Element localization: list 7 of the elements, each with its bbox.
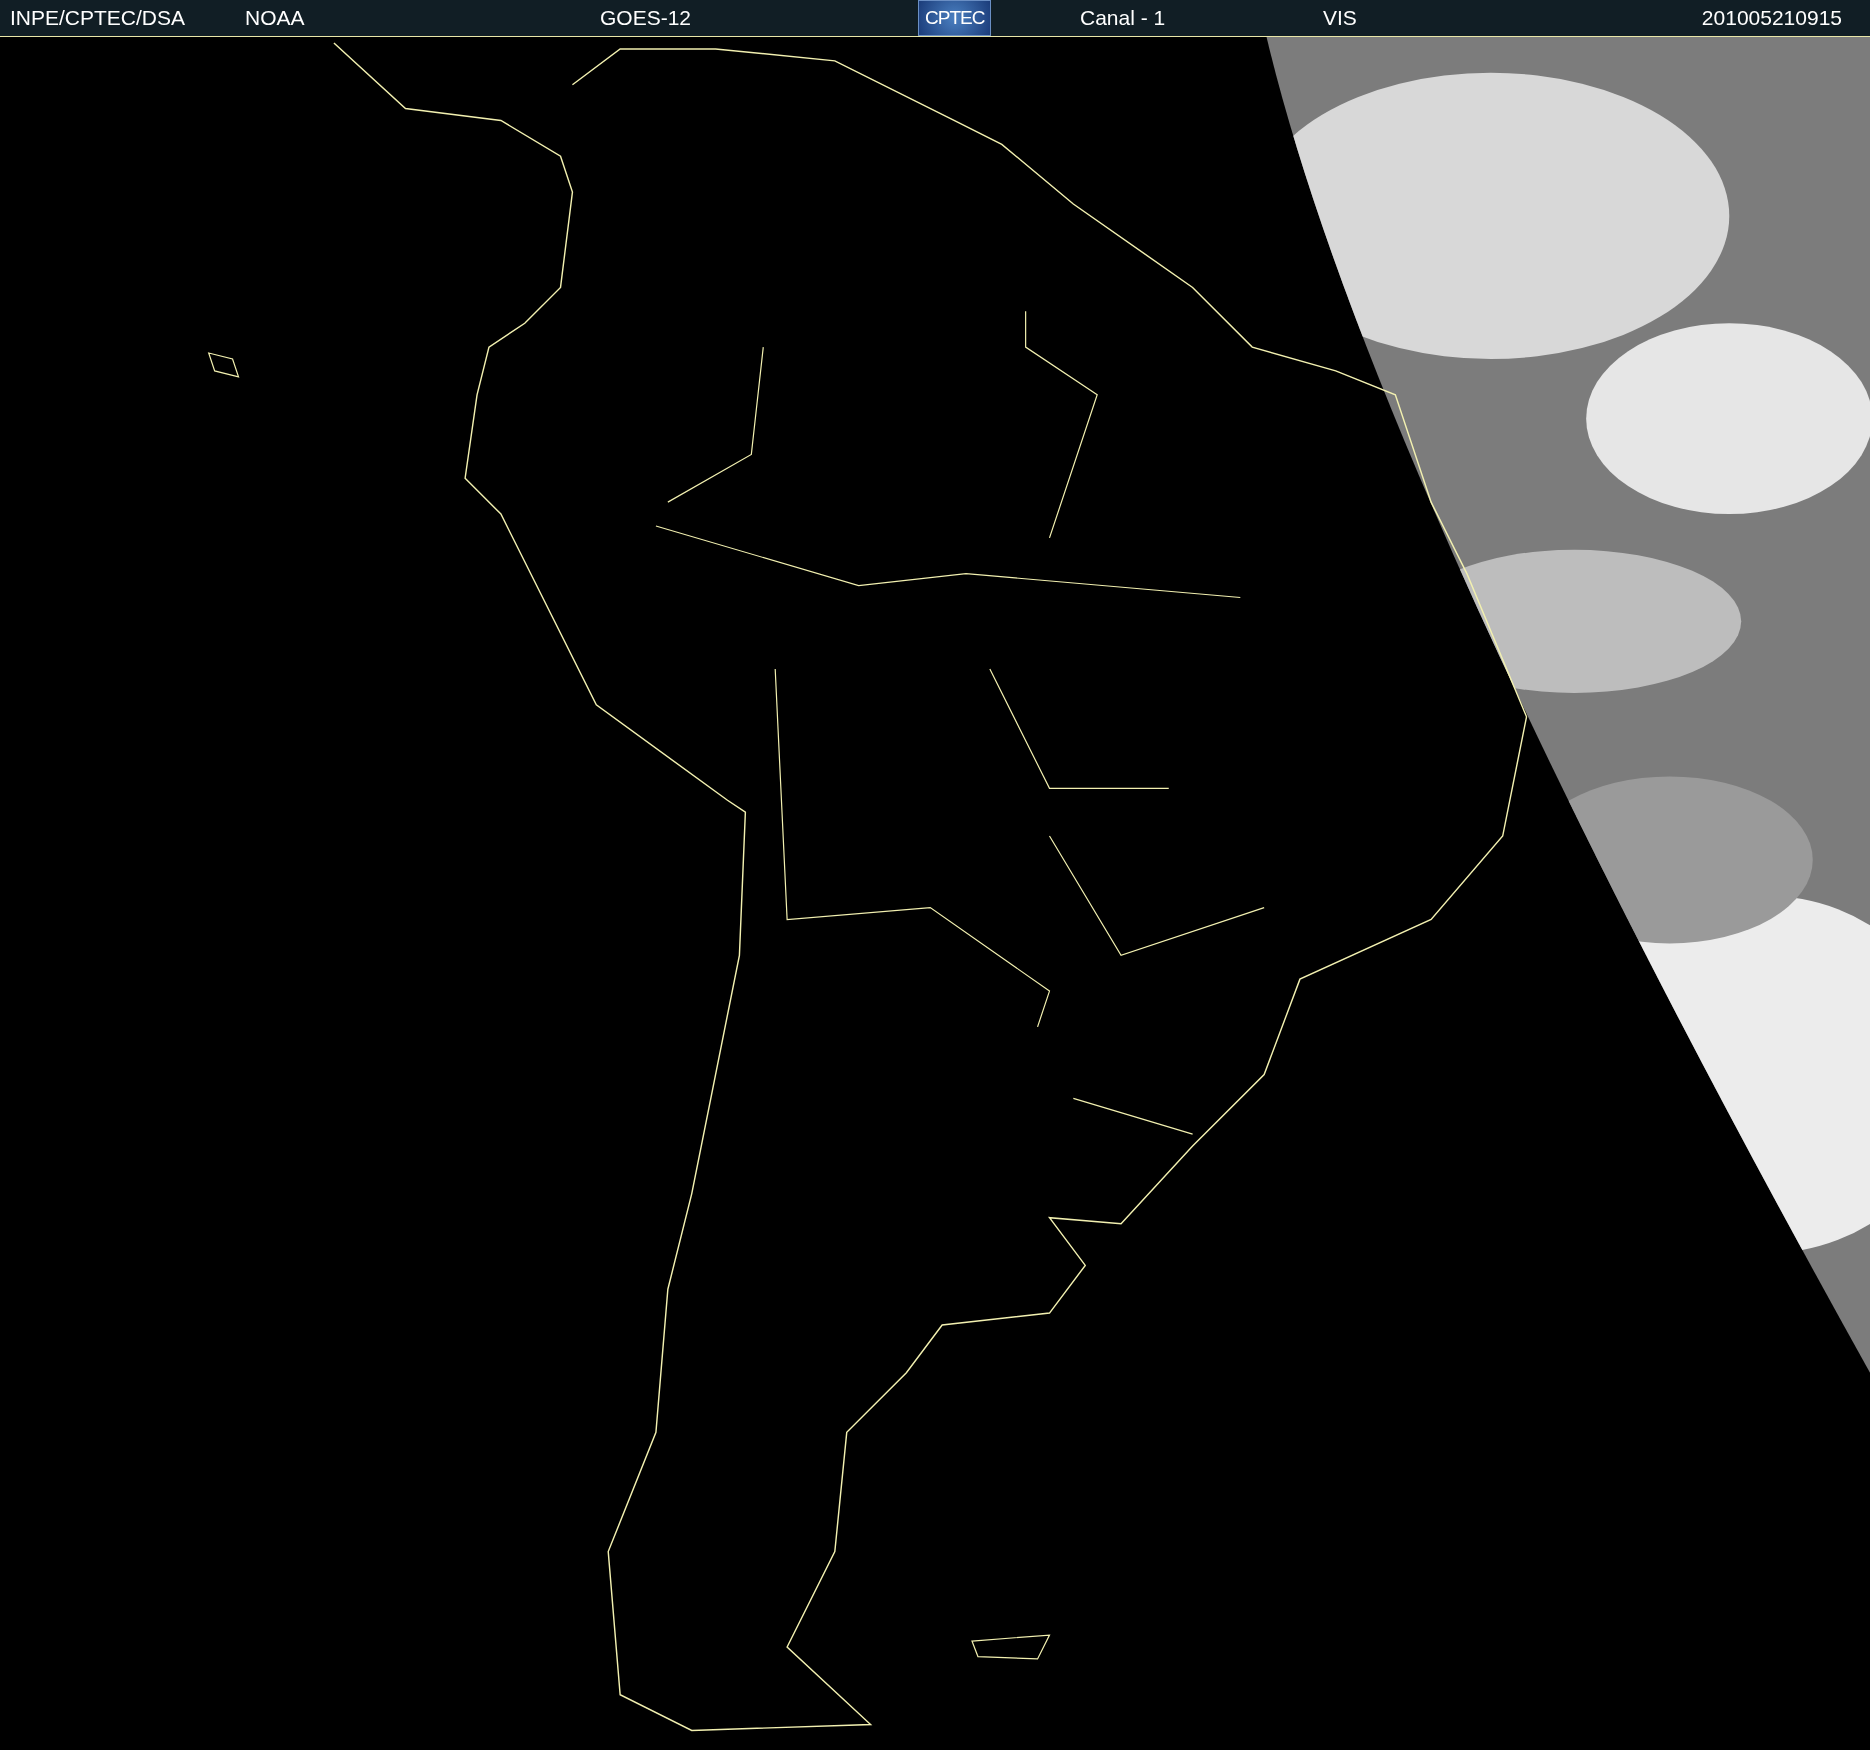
logo: CPTEC [918, 0, 992, 36]
header-text: NOAA [245, 6, 305, 30]
header-text: Canal - 1 [1080, 6, 1166, 30]
header-text: VIS [1323, 6, 1357, 30]
header-text: INPE/CPTEC/DSA [10, 6, 186, 30]
header-text: 201005210915 [1701, 6, 1842, 30]
header-text: GOES-12 [600, 6, 692, 30]
